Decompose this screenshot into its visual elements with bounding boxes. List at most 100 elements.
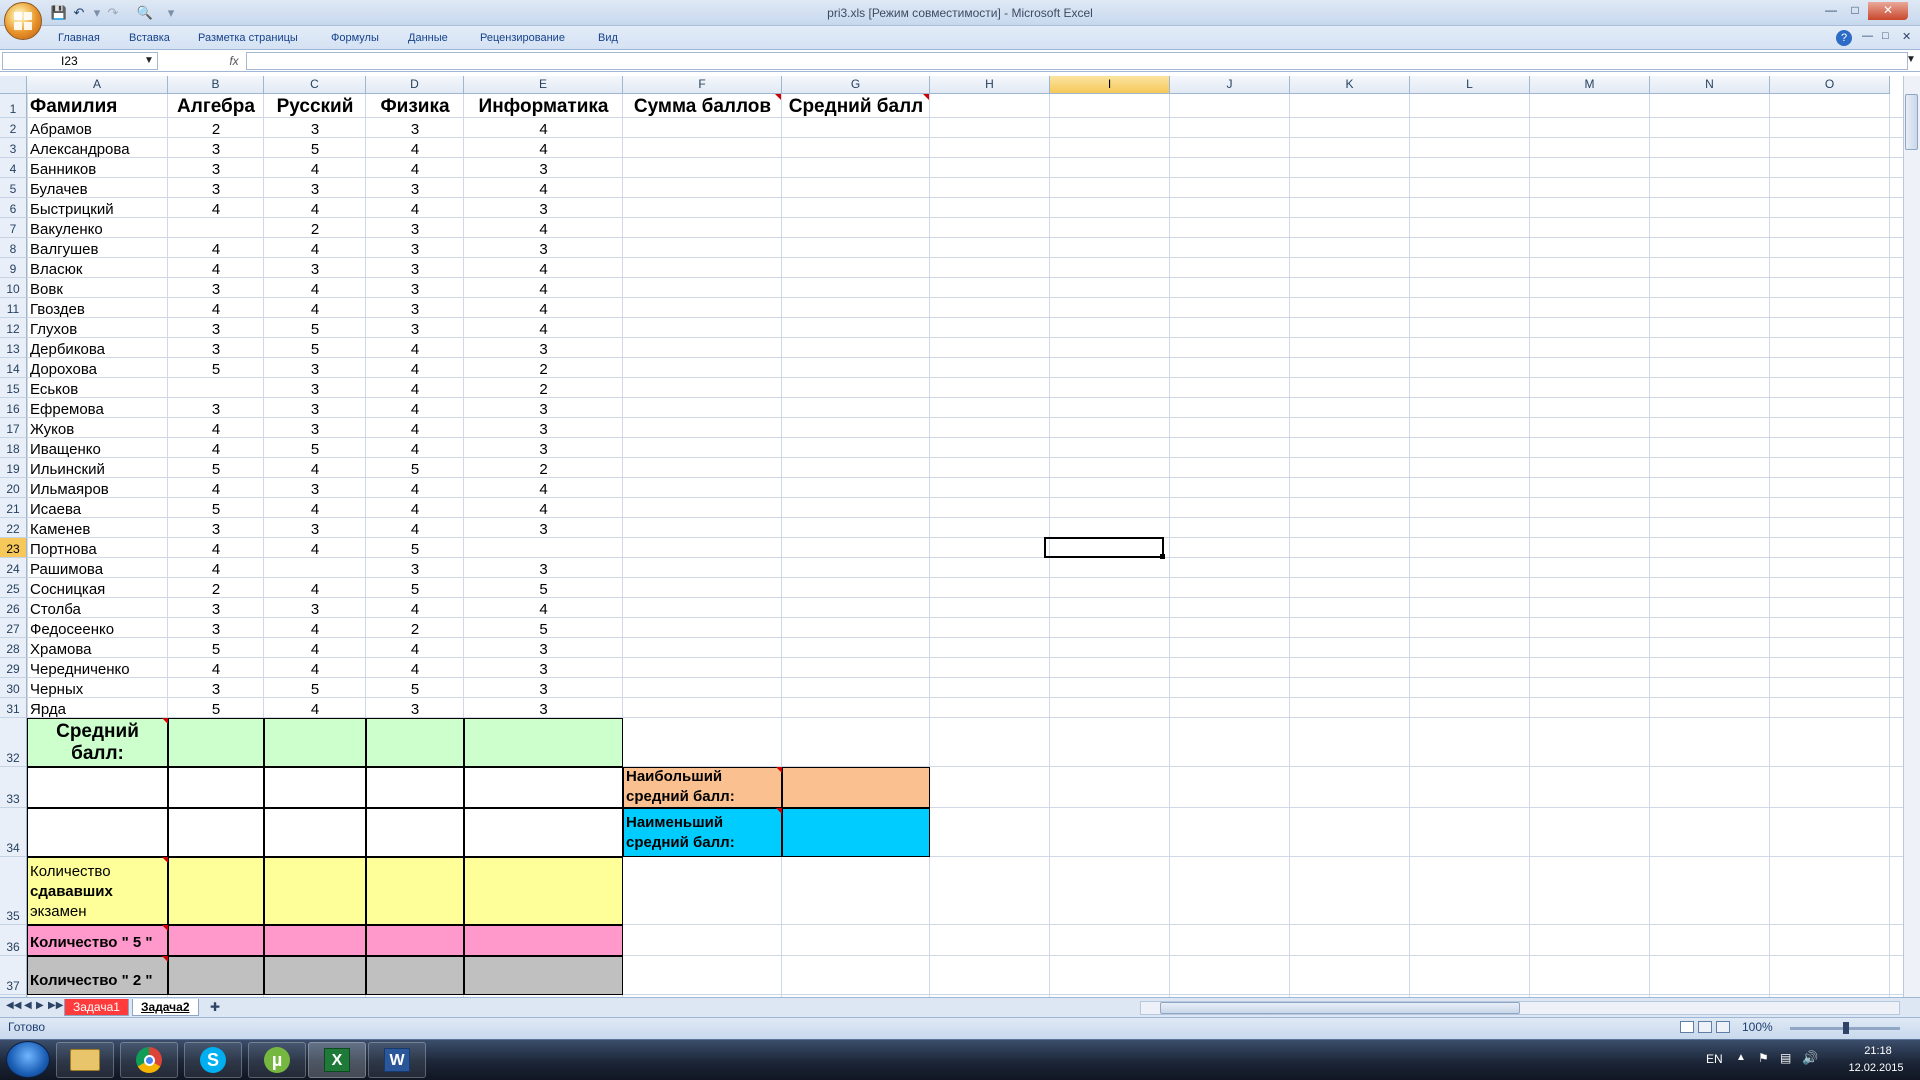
student-name-cell[interactable]: Ефремова <box>27 398 168 418</box>
column-header-j[interactable]: J <box>1170 76 1290 94</box>
student-name-cell[interactable]: Иващенко <box>27 438 168 458</box>
spreadsheet-grid[interactable]: Фамилия Алгебра Русский Физика Информатика Су… <box>27 94 1903 997</box>
count-twos-cell[interactable] <box>366 956 464 995</box>
count-fives-cell[interactable] <box>264 925 366 956</box>
grade-cell[interactable]: 2 <box>464 378 623 398</box>
language-indicator[interactable]: EN <box>1706 1052 1723 1066</box>
row-header-28[interactable]: 28 <box>0 638 27 658</box>
grade-cell[interactable]: 5 <box>168 698 264 718</box>
student-name-cell[interactable]: Жуков <box>27 418 168 438</box>
student-name-cell[interactable]: Вакуленко <box>27 218 168 238</box>
student-name-cell[interactable]: Столба <box>27 598 168 618</box>
grade-cell[interactable]: 3 <box>168 338 264 358</box>
sheet-tab-task1[interactable]: Задача1 <box>64 999 129 1016</box>
grade-cell[interactable]: 4 <box>264 658 366 678</box>
grade-cell[interactable]: 4 <box>464 258 623 278</box>
expand-formula-bar-icon[interactable]: ▼ <box>1906 54 1916 65</box>
grade-cell[interactable] <box>168 378 264 398</box>
row-header-9[interactable]: 9 <box>0 258 27 278</box>
grade-cell[interactable]: 2 <box>366 618 464 638</box>
grade-cell[interactable]: 5 <box>168 358 264 378</box>
grade-cell[interactable]: 4 <box>264 198 366 218</box>
word-icon[interactable]: W <box>368 1042 426 1078</box>
row-header-11[interactable]: 11 <box>0 298 27 318</box>
row-header-22[interactable]: 22 <box>0 518 27 538</box>
student-name-cell[interactable]: Глухов <box>27 318 168 338</box>
student-name-cell[interactable]: Ярда <box>27 698 168 718</box>
grade-cell[interactable]: 4 <box>366 358 464 378</box>
grade-cell[interactable]: 3 <box>264 178 366 198</box>
row-header-12[interactable]: 12 <box>0 318 27 338</box>
ribbon-minimize-button[interactable]: — <box>1862 30 1873 42</box>
row-header-7[interactable]: 7 <box>0 218 27 238</box>
grade-cell[interactable]: 3 <box>464 338 623 358</box>
help-icon[interactable]: ? <box>1836 30 1852 46</box>
formula-input[interactable] <box>246 52 1908 70</box>
empty-bordered-cell[interactable] <box>464 767 623 808</box>
grade-cell[interactable]: 3 <box>464 158 623 178</box>
grade-cell[interactable]: 4 <box>464 118 623 138</box>
grade-cell[interactable]: 3 <box>366 218 464 238</box>
row-header-34[interactable]: 34 <box>0 808 27 857</box>
grade-cell[interactable]: 3 <box>168 678 264 698</box>
grade-cell[interactable]: 3 <box>366 238 464 258</box>
grade-cell[interactable]: 4 <box>464 478 623 498</box>
grade-cell[interactable]: 5 <box>464 578 623 598</box>
grade-cell[interactable]: 4 <box>168 538 264 558</box>
grade-cell[interactable]: 3 <box>264 398 366 418</box>
column-header-o[interactable]: O <box>1770 76 1890 94</box>
row-header-20[interactable]: 20 <box>0 478 27 498</box>
grade-cell[interactable]: 3 <box>464 198 623 218</box>
column-header-l[interactable]: L <box>1410 76 1530 94</box>
student-name-cell[interactable]: Вовк <box>27 278 168 298</box>
select-all-corner[interactable] <box>0 76 27 94</box>
grade-cell[interactable]: 3 <box>264 358 366 378</box>
count-fives-cell[interactable] <box>168 925 264 956</box>
column-header-n[interactable]: N <box>1650 76 1770 94</box>
header-cell-g[interactable]: Средний балл <box>782 94 930 118</box>
grade-cell[interactable]: 3 <box>366 278 464 298</box>
sheet-tab-task2[interactable]: Задача2 <box>132 999 199 1016</box>
name-box[interactable]: I23 <box>2 52 158 70</box>
grade-cell[interactable]: 4 <box>264 278 366 298</box>
grade-cell[interactable]: 4 <box>168 438 264 458</box>
undo-icon[interactable]: ↶ <box>70 4 88 22</box>
grade-cell[interactable]: 3 <box>366 318 464 338</box>
grade-cell[interactable]: 3 <box>366 558 464 578</box>
grade-cell[interactable]: 4 <box>464 598 623 618</box>
grade-cell[interactable]: 4 <box>168 658 264 678</box>
student-name-cell[interactable]: Ильинский <box>27 458 168 478</box>
grade-cell[interactable]: 4 <box>168 298 264 318</box>
tab-insert[interactable]: Вставка <box>129 30 170 46</box>
clock-date[interactable]: 12.02.2015 <box>1840 1062 1912 1074</box>
grade-cell[interactable]: 4 <box>366 638 464 658</box>
student-name-cell[interactable]: Портнова <box>27 538 168 558</box>
student-name-cell[interactable]: Сосницкая <box>27 578 168 598</box>
grade-cell[interactable]: 4 <box>464 178 623 198</box>
grade-cell[interactable]: 4 <box>168 198 264 218</box>
clock-time[interactable]: 21:18 <box>1848 1045 1908 1057</box>
grade-cell[interactable]: 4 <box>366 438 464 458</box>
grade-cell[interactable]: 3 <box>264 598 366 618</box>
vertical-scrollbar[interactable] <box>1903 76 1920 997</box>
row-header-29[interactable]: 29 <box>0 658 27 678</box>
grade-cell[interactable]: 5 <box>264 678 366 698</box>
count-takers-cell[interactable] <box>168 857 264 925</box>
grade-cell[interactable]: 4 <box>264 618 366 638</box>
grade-cell[interactable]: 5 <box>168 498 264 518</box>
grade-cell[interactable]: 3 <box>464 518 623 538</box>
page-layout-view-icon[interactable] <box>1698 1021 1712 1033</box>
grade-cell[interactable]: 4 <box>366 598 464 618</box>
grade-cell[interactable]: 4 <box>168 238 264 258</box>
row-header-10[interactable]: 10 <box>0 278 27 298</box>
row-header-8[interactable]: 8 <box>0 238 27 258</box>
row-header-4[interactable]: 4 <box>0 158 27 178</box>
header-cell-f[interactable]: Сумма баллов <box>623 94 782 118</box>
average-row-cell[interactable] <box>168 718 264 767</box>
count-takers-cell[interactable] <box>264 857 366 925</box>
grade-cell[interactable]: 4 <box>366 518 464 538</box>
utorrent-icon[interactable]: µ <box>248 1042 306 1078</box>
redo-icon[interactable]: ↷ <box>104 4 122 22</box>
row-header-33[interactable]: 33 <box>0 767 27 808</box>
grade-cell[interactable]: 4 <box>366 418 464 438</box>
